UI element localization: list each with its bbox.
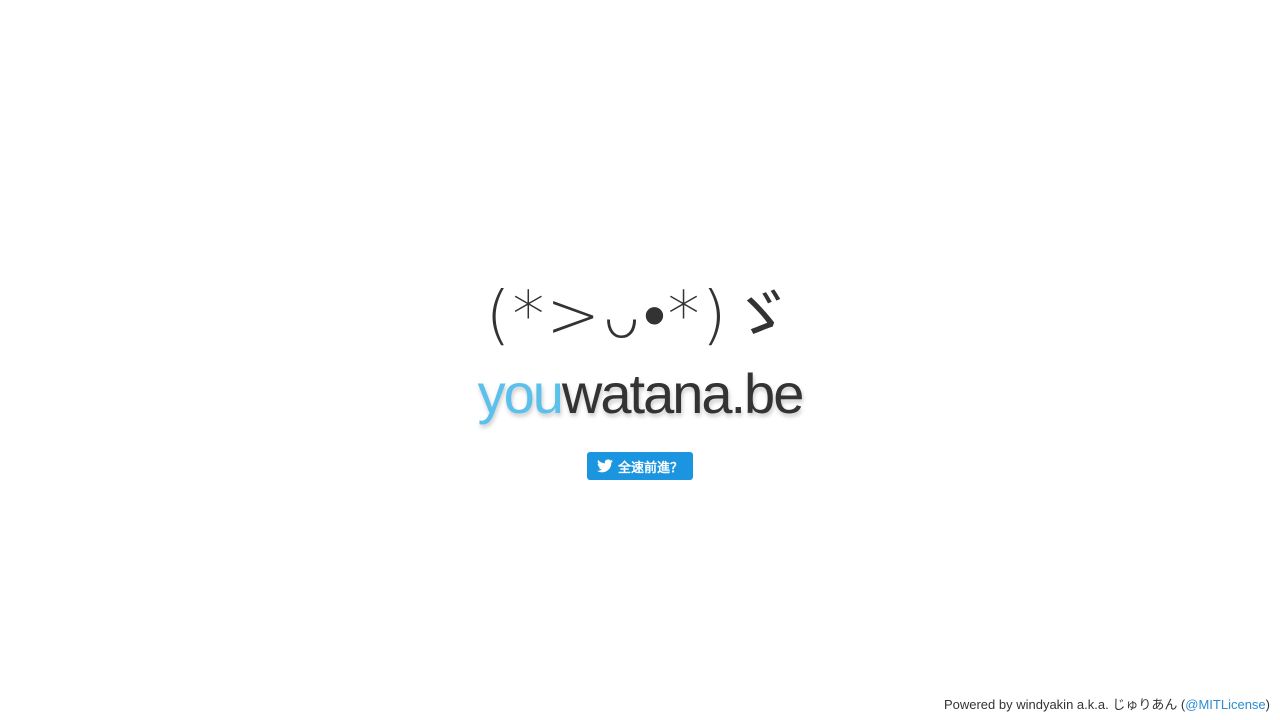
footer: Powered by windyakin a.k.a. じゅりあん (@MITL… (944, 694, 1270, 713)
twitter-bird-icon (596, 459, 613, 473)
tweet-button[interactable]: 全速前進？ (586, 452, 693, 480)
page: (*>ᴗ•*)ゞ youwatana.be 全速前進？ Powered by w… (0, 0, 1280, 720)
logo-highlight: you (477, 362, 564, 425)
footer-credit: Powered by windyakin a.k.a. じゅりあん ( (943, 697, 1186, 712)
hero: (*>ᴗ•*)ゞ youwatana.be 全速前進？ (0, 278, 1280, 480)
logo-rest: watana.be (561, 362, 804, 425)
mit-license-link[interactable]: @MITLicense (1185, 697, 1265, 712)
kaomoji: (*>ᴗ•*)ゞ (485, 279, 795, 353)
site-logo: youwatana.be (477, 362, 805, 426)
tweet-button-label: 全速前進？ (617, 460, 683, 476)
footer-suffix: ) (1265, 697, 1270, 712)
